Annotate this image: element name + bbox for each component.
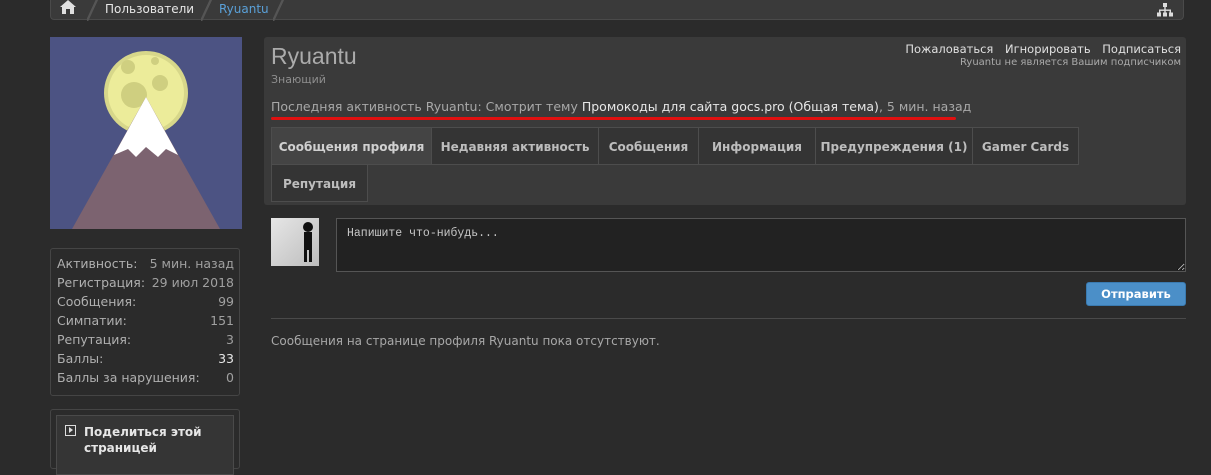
tab-profile-posts[interactable]: Сообщения профиля xyxy=(271,127,432,165)
submit-button[interactable]: Отправить xyxy=(1086,282,1186,306)
tab-reputation[interactable]: Репутация xyxy=(271,164,368,202)
last-activity: Последняя активность Ryuantu: Смотрит те… xyxy=(271,99,972,114)
tab-warnings[interactable]: Предупреждения (1) xyxy=(815,127,973,165)
stat-label: Сообщения: xyxy=(57,294,137,309)
play-square-icon xyxy=(65,425,76,436)
home-icon[interactable] xyxy=(59,0,83,19)
last-activity-time: 5 мин. назад xyxy=(886,99,972,114)
profile-stats: Активность: 5 мин. назад Регистрация: 29… xyxy=(50,248,240,396)
profile-header: Ryuantu Знающий Пожаловаться Игнорироват… xyxy=(264,37,1186,205)
last-activity-thread-link[interactable]: Промокоды для сайта gocs.pro (Общая тема… xyxy=(582,99,879,114)
stat-value: 151 xyxy=(210,313,234,328)
profile-user-title: Знающий xyxy=(271,73,326,86)
highlight-underline xyxy=(271,117,956,120)
share-label: Поделиться этой страницей xyxy=(84,425,202,455)
tab-gamer-cards[interactable]: Gamer Cards xyxy=(972,127,1079,165)
breadcrumb-separator xyxy=(273,0,287,21)
follow-status: Ryuantu не является Вашим подписчиком xyxy=(960,57,1181,68)
stat-label: Баллы: xyxy=(57,351,104,366)
status-input[interactable] xyxy=(336,218,1186,272)
stat-likes: Симпатии: 151 xyxy=(57,311,234,330)
stat-messages: Сообщения: 99 xyxy=(57,292,234,311)
empty-profile-posts-note: Сообщения на странице профиля Ryuantu по… xyxy=(271,334,660,348)
stat-value: 5 мин. назад xyxy=(149,256,234,271)
breadcrumb-separator xyxy=(201,0,215,21)
ignore-link[interactable]: Игнорировать xyxy=(1005,42,1091,56)
stat-label: Активность: xyxy=(57,256,138,271)
current-user-avatar[interactable] xyxy=(271,218,319,266)
stat-registration: Регистрация: 29 июл 2018 xyxy=(57,273,234,292)
last-activity-action: Смотрит тему xyxy=(485,99,578,114)
stat-warning-points: Баллы за нарушения: 0 xyxy=(57,368,234,387)
stat-value[interactable]: 33 xyxy=(218,349,234,368)
stat-value[interactable]: 99 xyxy=(218,292,234,311)
stat-label: Регистрация: xyxy=(57,275,146,290)
share-block: Поделиться этой страницей xyxy=(50,409,240,475)
profile-actions: Пожаловаться Игнорировать Подписаться xyxy=(897,42,1181,56)
breadcrumb-item-current[interactable]: Ryuantu xyxy=(219,2,269,16)
last-activity-prefix: Последняя активность Ryuantu: xyxy=(271,99,482,114)
stat-points: Баллы: 33 xyxy=(57,349,234,368)
status-post-form: Отправить xyxy=(271,205,1186,319)
profile-avatar[interactable] xyxy=(50,37,242,229)
stat-reputation: Репутация: 3 xyxy=(57,330,234,349)
stat-label: Симпатии: xyxy=(57,313,127,328)
sitemap-icon[interactable] xyxy=(1157,3,1173,17)
report-link[interactable]: Пожаловаться xyxy=(905,42,993,56)
stat-value: 29 июл 2018 xyxy=(151,275,234,290)
breadcrumb: Пользователи Ryuantu xyxy=(50,0,1184,21)
profile-username: Ryuantu xyxy=(271,43,357,69)
breadcrumb-separator xyxy=(87,0,101,21)
stat-value: 3 xyxy=(226,332,234,347)
breadcrumb-item-users[interactable]: Пользователи xyxy=(105,2,194,16)
tab-recent-activity[interactable]: Недавняя активность xyxy=(431,127,599,165)
stat-label: Репутация: xyxy=(57,332,132,347)
tab-messages[interactable]: Сообщения xyxy=(598,127,699,165)
stat-value: 0 xyxy=(226,370,234,385)
stat-activity: Активность: 5 мин. назад xyxy=(57,254,234,273)
share-header[interactable]: Поделиться этой страницей xyxy=(56,415,234,475)
tab-information[interactable]: Информация xyxy=(698,127,816,165)
stat-label: Баллы за нарушения: xyxy=(57,370,200,385)
follow-link[interactable]: Подписаться xyxy=(1102,42,1181,56)
